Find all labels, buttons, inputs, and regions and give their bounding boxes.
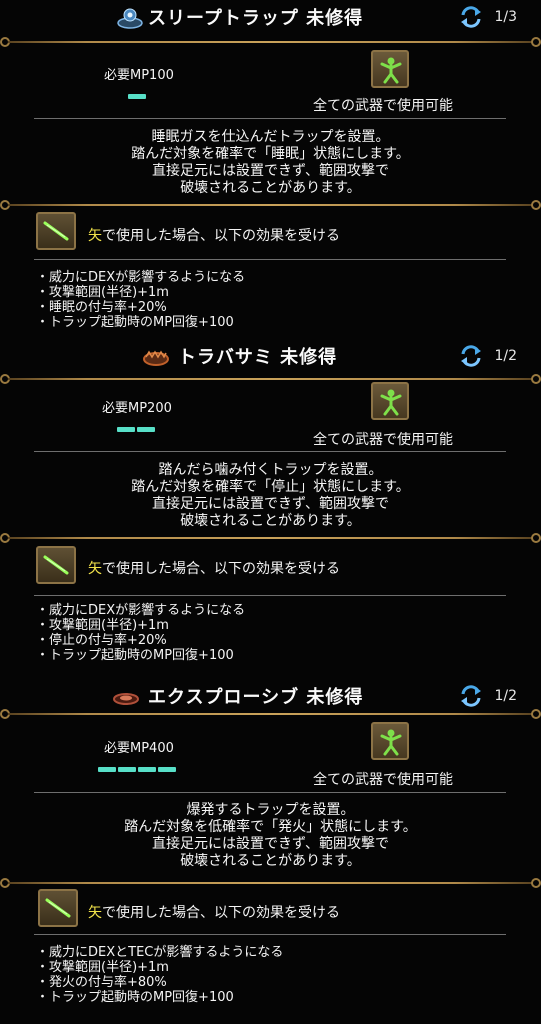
gold-divider: [0, 709, 541, 719]
effect-item: ・威力にDEXが影響するようになる: [36, 603, 246, 618]
effect-item: ・トラップ起動時のMP回復+100: [36, 990, 234, 1005]
gold-divider: [0, 533, 541, 543]
effect-item: ・攻撃範囲(半径)+1m: [36, 618, 169, 633]
swap-icon[interactable]: [459, 6, 483, 28]
skill-title-row: エクスプローシブ 未修得 1/2: [0, 679, 541, 713]
effect-item: ・発火の付与率+80%: [36, 975, 167, 990]
mp-cost: 必要MP400: [104, 741, 174, 756]
effect-item: ・攻撃範囲(半径)+1m: [36, 960, 169, 975]
arrow-weapon-icon: [38, 889, 78, 927]
gold-divider: [0, 878, 541, 888]
gold-divider: [0, 200, 541, 210]
effect-item: ・攻撃範囲(半径)+1m: [36, 285, 169, 300]
skill-description: 爆発するトラップを設置。 踏んだ対象を低確率で「発火」状態にします。 直接足元に…: [124, 802, 417, 869]
weapon-requirement: 全ての武器で使用可能: [313, 98, 453, 114]
page-indicator: 1/3: [494, 9, 517, 25]
all-weapons-icon: [371, 382, 409, 420]
separator: [34, 934, 506, 935]
effect-list: ・威力にDEXが影響するようになる ・攻撃範囲(半径)+1m ・停止の付与率+2…: [36, 603, 245, 663]
all-weapons-icon: [371, 722, 409, 760]
separator: [34, 792, 506, 793]
effect-list: ・威力にDEXとTECが影響するようになる ・攻撃範囲(半径)+1m ・発火の付…: [36, 945, 283, 1005]
skill-title: トラバサミ 未修得: [178, 347, 338, 368]
swap-icon[interactable]: [459, 345, 483, 367]
skill-title: スリープトラップ 未修得: [148, 8, 364, 29]
mp-cost: 必要MP100: [104, 68, 174, 83]
effect-item: ・トラップ起動時のMP回復+100: [36, 315, 234, 330]
arrow-weapon-icon: [36, 546, 76, 584]
effect-item: ・威力にDEXとTECが影響するようになる: [36, 945, 284, 960]
weapon-requirement: 全ての武器で使用可能: [313, 772, 453, 788]
condition-text: 矢で使用した場合、以下の効果を受ける: [88, 561, 340, 577]
explosive-trap-icon: [112, 684, 140, 708]
arrow-weapon-icon: [36, 212, 76, 250]
skill-title: エクスプローシブ 未修得: [148, 687, 364, 708]
separator: [34, 451, 506, 452]
weapon-requirement: 全ての武器で使用可能: [313, 432, 453, 448]
all-weapons-icon: [371, 50, 409, 88]
gold-divider: [0, 37, 541, 47]
skill-description: 踏んだら噛み付くトラップを設置。 踏んだ対象を確率で「停止」状態にします。 直接…: [131, 462, 410, 529]
effect-item: ・停止の付与率+20%: [36, 633, 167, 648]
effect-item: ・睡眠の付与率+20%: [36, 300, 167, 315]
page-indicator: 1/2: [494, 688, 517, 704]
skill-description: 睡眠ガスを仕込んだトラップを設置。 踏んだ対象を確率で「睡眠」状態にします。 直…: [131, 129, 410, 196]
separator: [34, 259, 506, 260]
bear-trap-icon: [142, 344, 170, 368]
swap-icon[interactable]: [459, 685, 483, 707]
skill-title-row: トラバサミ 未修得 1/2: [0, 339, 541, 373]
mp-gauge: [128, 84, 148, 99]
separator: [34, 595, 506, 596]
page-indicator: 1/2: [494, 348, 517, 364]
sleep-trap-icon: [116, 5, 144, 29]
condition-text: 矢で使用した場合、以下の効果を受ける: [88, 905, 340, 921]
separator: [34, 118, 506, 119]
effect-item: ・トラップ起動時のMP回復+100: [36, 648, 234, 663]
gold-divider: [0, 374, 541, 384]
mp-gauge: [98, 757, 178, 772]
mp-gauge: [117, 417, 157, 432]
effect-item: ・威力にDEXが影響するようになる: [36, 270, 246, 285]
effect-list: ・威力にDEXが影響するようになる ・攻撃範囲(半径)+1m ・睡眠の付与率+2…: [36, 270, 245, 330]
condition-text: 矢で使用した場合、以下の効果を受ける: [88, 228, 340, 244]
mp-cost: 必要MP200: [102, 401, 172, 416]
skill-title-row: スリープトラップ 未修得 1/3: [0, 0, 541, 34]
